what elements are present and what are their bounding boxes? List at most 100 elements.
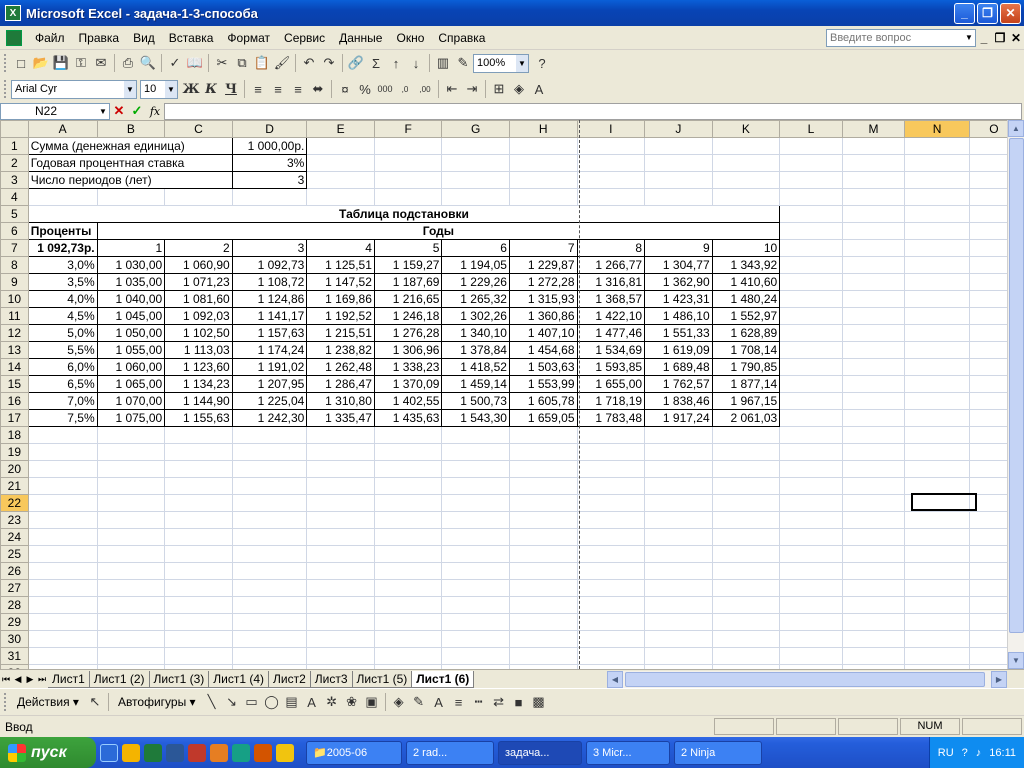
chevron-down-icon[interactable]: ▼ [516, 54, 528, 72]
cell[interactable]: 2 [164, 239, 233, 257]
borders-icon[interactable]: ⊞ [489, 79, 509, 99]
undo-icon[interactable]: ↶ [299, 53, 319, 73]
cell[interactable] [779, 137, 843, 155]
sheet-tab-active[interactable]: Лист1 (6) [412, 670, 475, 688]
cell[interactable] [904, 596, 970, 614]
cell[interactable] [306, 137, 375, 155]
cell[interactable] [842, 171, 906, 189]
scroll-down-icon[interactable]: ▼ [1008, 652, 1024, 669]
language-indicator[interactable]: RU [938, 747, 954, 759]
align-left-icon[interactable]: ≡ [248, 79, 268, 99]
cell[interactable] [842, 256, 906, 274]
column-header[interactable]: N [904, 120, 970, 138]
cell[interactable] [644, 545, 713, 563]
cell[interactable] [712, 460, 781, 478]
column-header[interactable]: H [508, 120, 578, 138]
cell[interactable] [904, 324, 970, 342]
help-tray-icon[interactable]: ? [962, 747, 968, 759]
menu-help[interactable]: Справка [431, 28, 492, 48]
wordart-icon[interactable]: A [302, 692, 322, 712]
row-header[interactable]: 25 [0, 545, 29, 563]
cell[interactable] [779, 205, 843, 223]
cell[interactable] [712, 562, 781, 580]
menu-insert[interactable]: Вставка [162, 28, 221, 48]
cell[interactable] [842, 324, 906, 342]
column-header[interactable]: M [841, 120, 906, 138]
cell[interactable] [904, 239, 970, 257]
cell[interactable] [779, 579, 843, 597]
cell[interactable] [779, 409, 843, 427]
cell[interactable]: 1 265,32 [441, 290, 510, 308]
row-header[interactable]: 30 [0, 630, 29, 648]
cell[interactable] [577, 460, 646, 478]
cell[interactable]: 1 070,00 [96, 392, 166, 410]
cell[interactable] [232, 426, 308, 444]
enter-icon[interactable]: ✓ [128, 103, 146, 119]
cell[interactable]: 1 435,63 [373, 409, 443, 427]
row-header[interactable]: 6 [0, 222, 29, 240]
cell[interactable]: 1 055,00 [96, 341, 166, 359]
cell[interactable] [712, 579, 781, 597]
quicklaunch-folder-icon[interactable] [276, 743, 294, 762]
row-header[interactable]: 13 [0, 341, 29, 359]
cell[interactable]: 1 500,73 [441, 392, 510, 410]
cell[interactable]: 1 628,89 [711, 324, 781, 342]
cell[interactable] [28, 613, 98, 631]
task-word[interactable]: 3 Micr... [586, 740, 670, 765]
cell[interactable]: Число периодов (лет) [27, 171, 233, 189]
cell[interactable] [374, 460, 443, 478]
cell[interactable] [577, 443, 646, 461]
cell[interactable]: 1 689,48 [644, 358, 713, 376]
cell[interactable] [164, 511, 233, 529]
column-header[interactable]: E [306, 120, 375, 138]
cell[interactable]: 5 [373, 239, 443, 257]
cell[interactable] [779, 239, 843, 257]
cell[interactable]: 1 407,10 [508, 324, 578, 342]
cell[interactable]: 1 340,10 [441, 324, 510, 342]
scroll-up-icon[interactable]: ▲ [1008, 120, 1024, 137]
cell[interactable] [842, 596, 906, 614]
toolbar-grip[interactable] [4, 80, 7, 98]
cell[interactable] [842, 528, 906, 546]
cell[interactable] [712, 511, 781, 529]
insert-function-icon[interactable]: fx [146, 105, 164, 118]
sheet-tab[interactable]: Лист3 [310, 670, 353, 688]
cell[interactable]: 1 553,99 [508, 375, 578, 393]
cell[interactable] [232, 545, 308, 563]
sort-asc-icon[interactable]: ↑ [386, 53, 406, 73]
cell[interactable] [374, 596, 443, 614]
cell[interactable]: 1 194,05 [441, 256, 510, 274]
cell[interactable] [97, 188, 166, 206]
cell[interactable] [97, 596, 166, 614]
row-header[interactable]: 9 [0, 273, 29, 291]
cell[interactable]: 1 215,51 [306, 324, 375, 342]
cell[interactable] [779, 528, 843, 546]
autoshapes-menu[interactable]: Автофигуры ▾ [112, 695, 202, 709]
cell[interactable]: 1 238,82 [306, 341, 375, 359]
scroll-right-icon[interactable]: ▶ [991, 670, 1007, 688]
cell[interactable] [306, 154, 375, 172]
email-icon[interactable]: ✉ [91, 53, 111, 73]
picture-icon[interactable]: ▣ [362, 692, 382, 712]
doc-minimize-button[interactable]: _ [976, 31, 992, 45]
cell[interactable] [779, 273, 843, 291]
cell[interactable] [306, 579, 375, 597]
quicklaunch-chrome-icon[interactable] [122, 743, 140, 762]
cell[interactable] [779, 324, 843, 342]
cell[interactable]: 1 242,30 [231, 409, 308, 427]
cell[interactable] [306, 596, 375, 614]
task-folder[interactable]: 📁 2005-06 [306, 740, 402, 765]
cell[interactable] [779, 256, 843, 274]
task-excel-active[interactable]: задача... [498, 740, 582, 765]
quicklaunch-publisher-icon[interactable] [232, 743, 250, 762]
cell[interactable] [374, 545, 443, 563]
shadow-icon[interactable]: ■ [509, 692, 529, 712]
cell[interactable] [779, 375, 843, 393]
cell[interactable] [779, 494, 843, 512]
cell[interactable] [306, 647, 375, 665]
cell[interactable] [232, 511, 308, 529]
cell[interactable]: 1 593,85 [576, 358, 646, 376]
cell[interactable] [306, 545, 375, 563]
scroll-left-icon[interactable]: ◀ [607, 670, 623, 688]
cell[interactable] [306, 528, 375, 546]
